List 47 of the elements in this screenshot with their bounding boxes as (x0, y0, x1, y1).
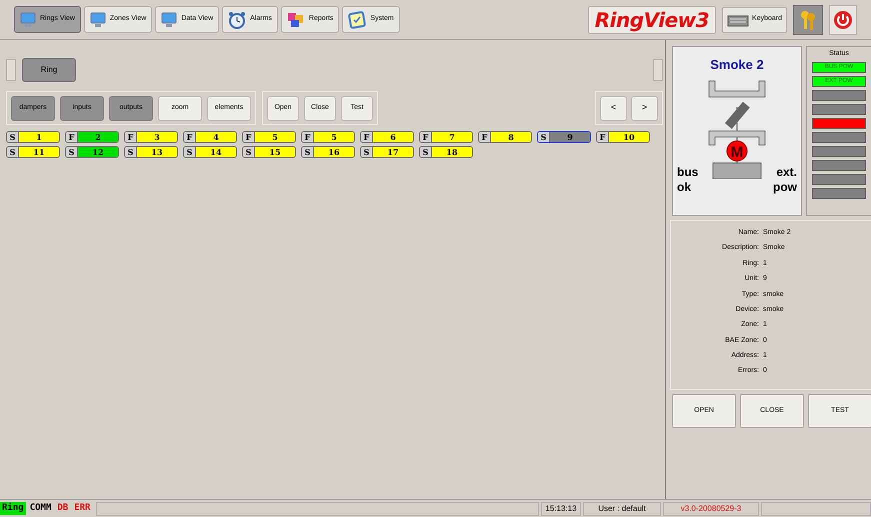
unit-button[interactable]: S 17 (360, 146, 414, 158)
status-user: User : default (583, 502, 661, 516)
keys-icon (799, 8, 817, 30)
unit-button[interactable]: S 9 (537, 131, 591, 143)
nav-button[interactable]: > (631, 96, 658, 120)
keyboard-icon (727, 12, 750, 26)
unit-button[interactable]: F 8 (478, 131, 532, 143)
keys-button[interactable] (793, 4, 823, 34)
app-logo: RingView3 (588, 6, 716, 34)
device-title: Smoke 2 (710, 56, 764, 74)
unit-button[interactable]: S 15 (242, 146, 296, 158)
unit-button[interactable]: F 3 (124, 131, 178, 143)
monitor-icon (20, 12, 36, 28)
ring-tab[interactable]: Ring (22, 58, 76, 82)
unit-button[interactable]: S 18 (419, 146, 473, 158)
status-indicator: DB (56, 502, 70, 515)
alarm-clock-icon (228, 10, 246, 28)
status-indicator: ERR (73, 502, 92, 515)
status-time: 15:13:13 (541, 502, 581, 516)
scroll-left-button[interactable] (6, 59, 16, 81)
unit-button[interactable]: S 11 (6, 146, 60, 158)
unit-button[interactable]: S 12 (65, 146, 119, 158)
motor-label: M (730, 144, 744, 160)
status-version: v3.0-20080529-3 (663, 502, 759, 516)
status-indicator: COMM (28, 502, 52, 515)
unit-button[interactable]: F 10 (596, 131, 650, 143)
monitor-icon (90, 12, 106, 28)
cubes-icon (286, 12, 305, 28)
unit-button[interactable]: F 5 (301, 131, 355, 143)
bus-status-label: bus ok (677, 165, 698, 195)
unit-button[interactable]: F 5 (242, 131, 296, 143)
power-status-label: ext. pow (773, 165, 797, 195)
unit-button[interactable]: F 6 (360, 131, 414, 143)
power-icon (833, 10, 853, 30)
power-button[interactable] (829, 4, 857, 34)
monitor-icon (161, 12, 178, 28)
unit-button[interactable]: S 16 (301, 146, 355, 158)
unit-button[interactable]: S 14 (183, 146, 237, 158)
unit-button[interactable]: F 2 (65, 131, 119, 143)
unit-button[interactable]: S 1 (6, 131, 60, 143)
unit-button[interactable]: S 13 (124, 146, 178, 158)
unit-button[interactable]: F 7 (419, 131, 473, 143)
status-indicator: Ring (0, 502, 26, 516)
unit-button[interactable]: F 4 (183, 131, 237, 143)
system-icon (348, 10, 366, 28)
nav-button[interactable]: < (600, 96, 627, 120)
scroll-right-button[interactable] (653, 59, 663, 81)
